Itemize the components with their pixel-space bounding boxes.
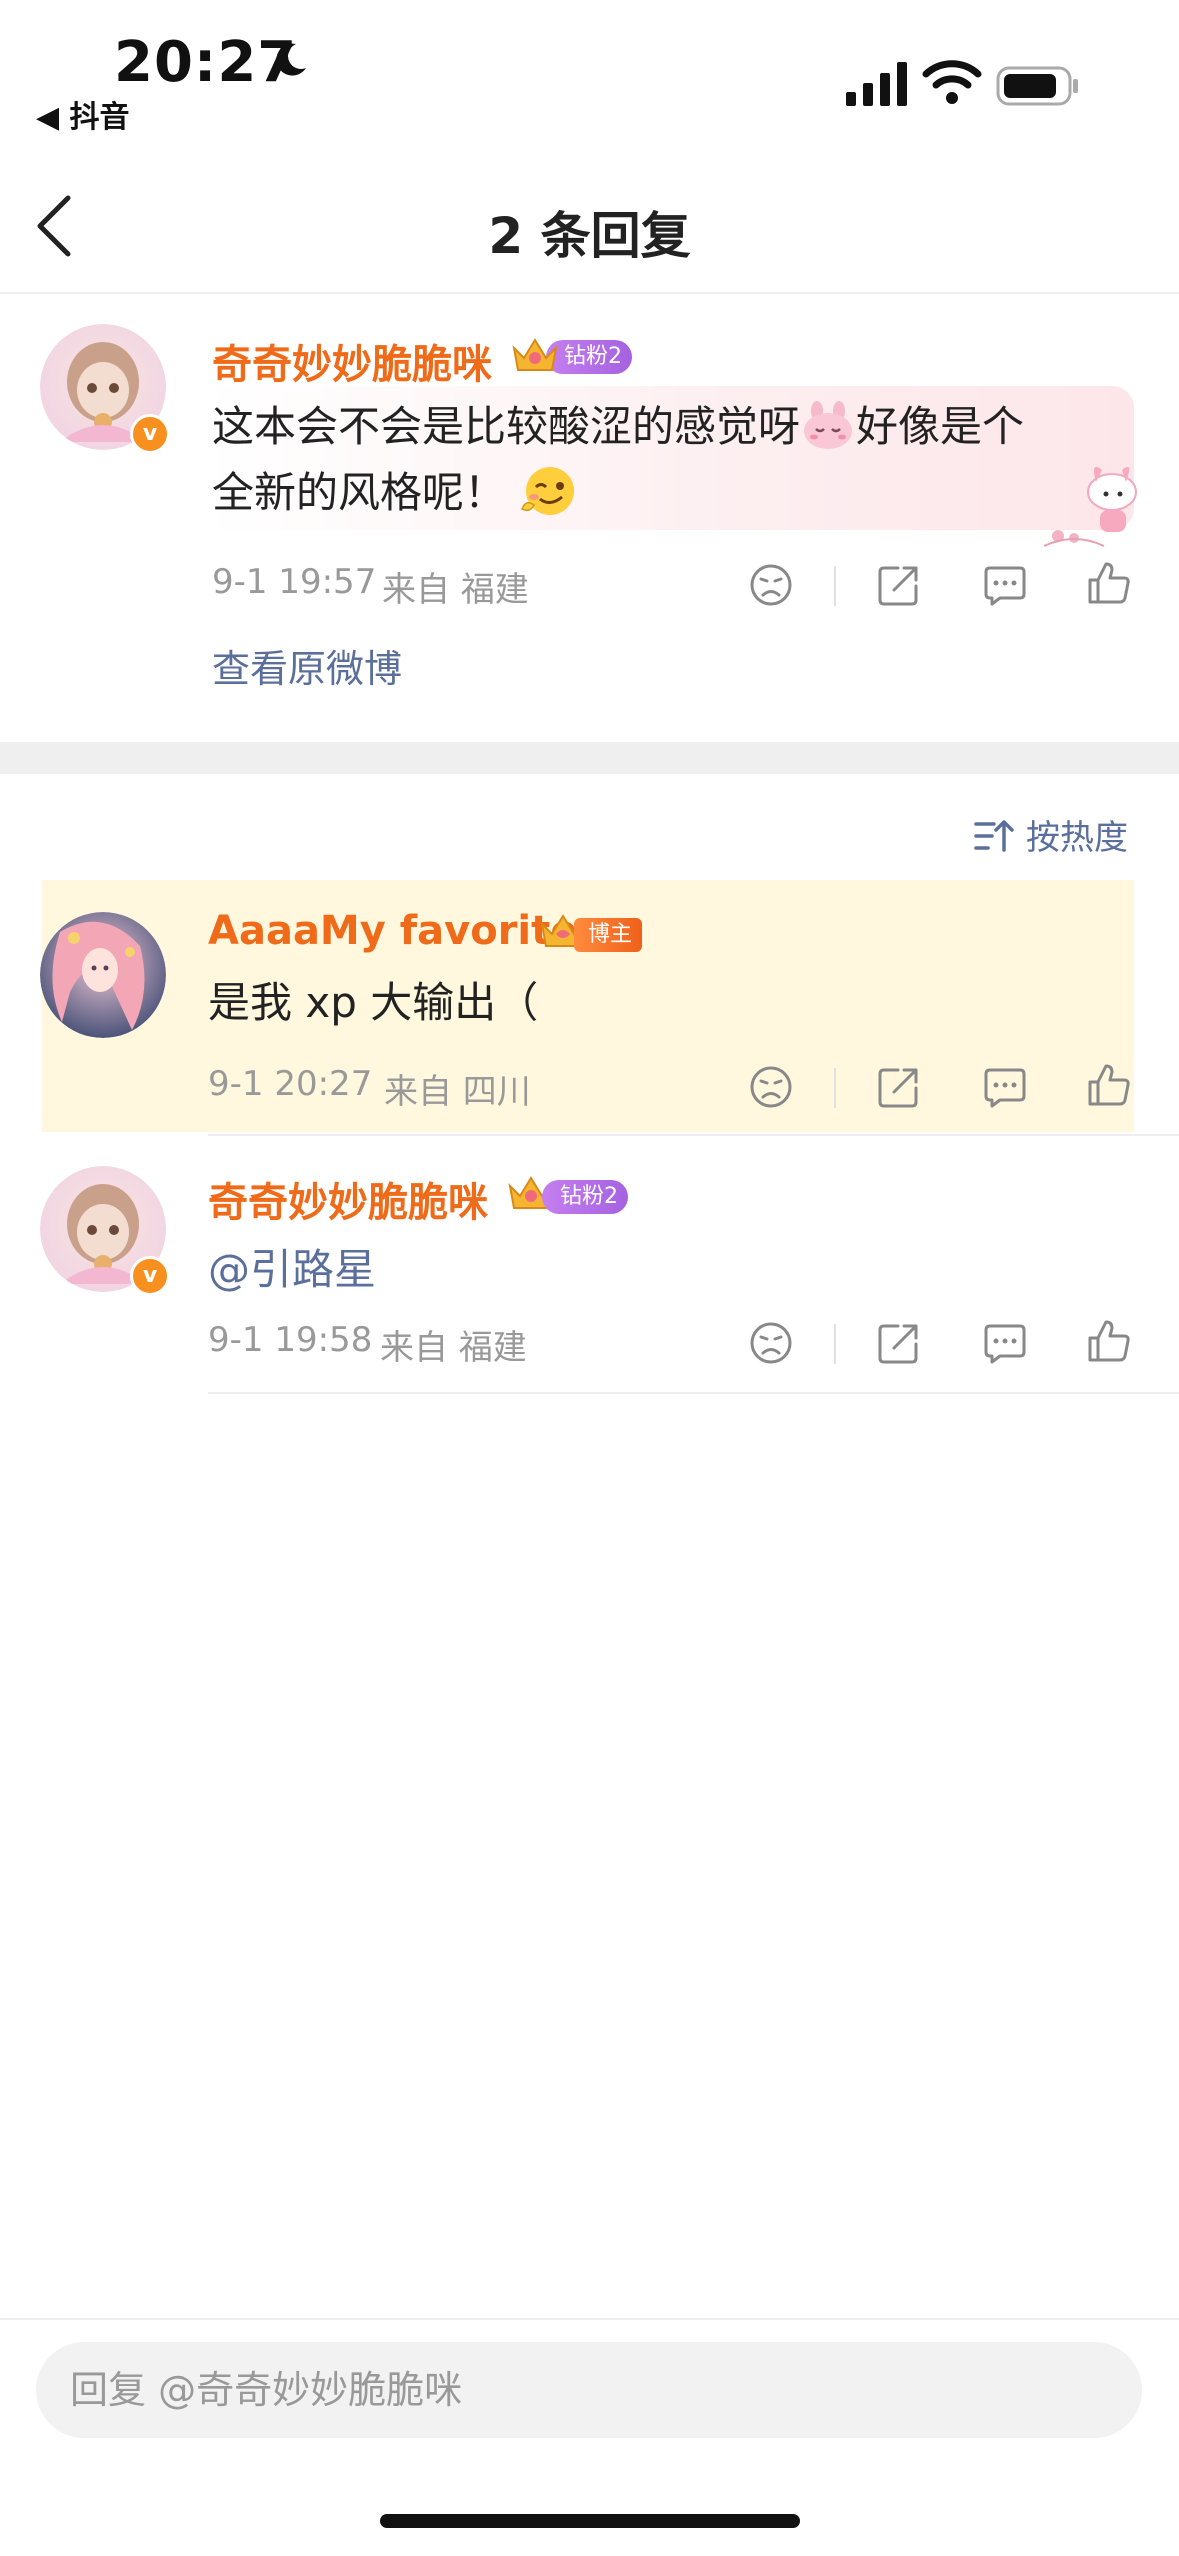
verified-badge: v: [130, 414, 170, 454]
reply-input[interactable]: 回复 @奇奇妙妙脆脆咪: [36, 2342, 1142, 2438]
comment-text-part: 全新的风格呢！: [212, 468, 507, 517]
share-icon[interactable]: [876, 1320, 922, 1366]
page-title: 2 条回复: [488, 207, 691, 265]
comment-text-line1: 这本会不会是比较酸涩的感觉呀 好像是个: [212, 394, 1024, 460]
reply-text: 是我 xp 大输出（: [208, 978, 539, 1027]
view-original-link[interactable]: 查看原微博: [212, 638, 402, 693]
reply-location: 来自 福建: [380, 1328, 527, 1368]
divider: [208, 1392, 1179, 1394]
comment-text-part: 好像是个: [856, 402, 1025, 451]
sort-label: 按热度: [1026, 818, 1128, 858]
reply-date: 9-1 20:27: [208, 1064, 373, 1104]
divider: [0, 292, 1179, 294]
like-icon[interactable]: [1086, 1062, 1132, 1108]
cellular-signal-icon: [846, 62, 907, 106]
divider: [834, 566, 836, 606]
dislike-icon[interactable]: [748, 562, 794, 608]
divider: [0, 2318, 1179, 2320]
divider: [208, 1134, 1179, 1136]
reply-username[interactable]: 奇奇妙妙脆脆咪: [208, 1170, 488, 1228]
author-badge: 博主: [574, 918, 643, 952]
section-divider: [0, 742, 1179, 774]
wink-emoji-icon: [521, 467, 575, 515]
reply-username[interactable]: AaaaMy favorite: [208, 908, 577, 954]
share-icon[interactable]: [876, 1064, 922, 1110]
battery-icon: [996, 66, 1078, 106]
fan-badge: 钻粉2: [542, 1180, 628, 1214]
like-icon[interactable]: [1086, 560, 1132, 606]
sort-icon: [974, 820, 1014, 852]
comment-location: 来自 福建: [382, 570, 529, 610]
comment-text-line2: 全新的风格呢！: [212, 460, 580, 526]
comment-text-part: 这本会不会是比较酸涩的感觉呀: [212, 402, 801, 451]
pink-bunny-emoji-icon: [804, 401, 853, 449]
like-icon[interactable]: [1086, 1318, 1132, 1364]
divider: [834, 1324, 836, 1364]
comment-icon[interactable]: [982, 1320, 1028, 1366]
moon-icon: [276, 43, 306, 76]
wifi-icon: [922, 60, 982, 104]
home-indicator[interactable]: [380, 2514, 800, 2528]
avatar[interactable]: [40, 912, 166, 1038]
share-icon[interactable]: [876, 562, 922, 608]
dislike-icon[interactable]: [748, 1064, 794, 1110]
back-to-app-link[interactable]: ◀ 抖音: [36, 92, 130, 136]
comment-username[interactable]: 奇奇妙妙脆脆咪: [212, 332, 492, 390]
bubble-decoration-icon: [1043, 466, 1137, 547]
crown-icon: [512, 338, 558, 371]
verified-badge: v: [130, 1256, 170, 1296]
reply-location: 来自 四川: [384, 1072, 531, 1112]
sort-button[interactable]: 按热度: [972, 808, 1132, 864]
comment-icon[interactable]: [982, 562, 1028, 608]
comment-date: 9-1 19:57: [212, 562, 377, 602]
comment-icon[interactable]: [982, 1064, 1028, 1110]
mention-link[interactable]: @引路星: [208, 1236, 376, 1297]
divider: [834, 1068, 836, 1108]
dislike-icon[interactable]: [748, 1320, 794, 1366]
reply-date: 9-1 19:58: [208, 1320, 373, 1360]
